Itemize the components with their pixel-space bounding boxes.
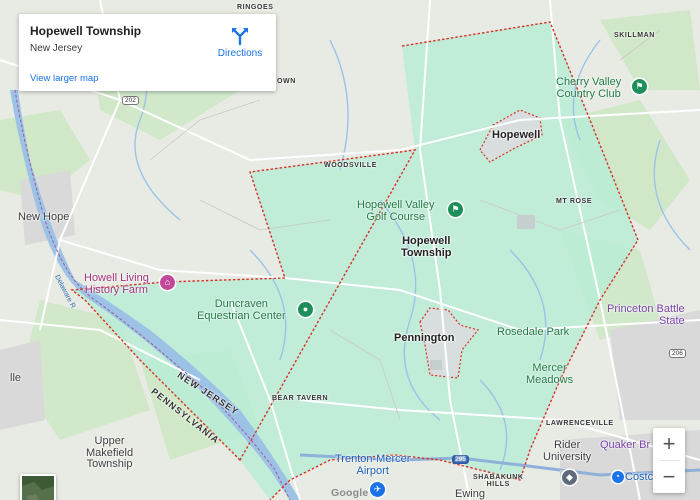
airport-icon[interactable]: ✈ — [370, 482, 385, 497]
route-202-shield: 202 — [122, 96, 139, 105]
route-295-shield: 295 — [452, 455, 469, 464]
golf-flag-icon[interactable]: ⚑ — [632, 79, 647, 94]
directions-arrow-icon — [232, 28, 248, 46]
label-howell-farm: Howell Living History Farm — [84, 272, 149, 296]
label-bear-tavern: BEAR TAVERN — [272, 395, 329, 402]
label-ille: lle — [10, 372, 22, 384]
label-princeton-battle: Princeton Battle State — [607, 303, 685, 327]
satellite-preview-icon — [22, 476, 54, 500]
zoom-out-button[interactable]: − — [653, 461, 685, 493]
label-shabakunk: SHABAKUNK HILLS — [473, 474, 524, 489]
shopping-bag-icon[interactable]: ▪ — [612, 471, 624, 483]
route-206-shield: 206 — [669, 349, 686, 358]
zoom-in-button[interactable]: + — [653, 428, 685, 460]
view-larger-map-link[interactable]: View larger map — [30, 73, 98, 84]
label-upper-makefield: Upper Makefield Township — [86, 435, 134, 471]
directions-button[interactable]: Directions — [211, 24, 269, 64]
label-hopewell: Hopewell — [492, 129, 541, 141]
label-duncraven: Duncraven Equestrian Center — [197, 298, 286, 322]
label-hopewell-valley-golf: Hopewell Valley Golf Course — [357, 199, 435, 223]
golf-flag-icon[interactable]: ⚑ — [448, 202, 463, 217]
label-woodsville: WOODSVILLE — [324, 162, 378, 169]
label-quaker-bridge: Quaker Br — [600, 439, 651, 451]
label-own: OWN — [277, 78, 296, 85]
label-pennington: Pennington — [394, 332, 455, 344]
zoom-controls: + − — [653, 428, 685, 493]
farm-museum-icon[interactable]: ⌂ — [160, 275, 175, 290]
map-view[interactable]: RINGOES OWN SKILLMAN Cherry Valley Count… — [0, 0, 700, 500]
label-skillman: SKILLMAN — [614, 32, 655, 39]
label-costco: Costc — [625, 471, 654, 483]
label-new-hope: New Hope — [18, 211, 70, 223]
label-cherry-valley: Cherry Valley Country Club — [556, 76, 622, 100]
label-lawrenceville: LAWRENCEVILLE — [546, 420, 614, 427]
directions-label: Directions — [217, 48, 263, 59]
label-hopewell-township: Hopewell Township — [401, 235, 452, 259]
label-mt-rose: MT ROSE — [556, 198, 593, 205]
label-mercer-meadows: Mercer Meadows — [526, 362, 574, 386]
satellite-toggle-thumbnail[interactable] — [20, 474, 56, 500]
label-rider-university: Rider University — [543, 439, 592, 463]
place-title: Hopewell Township — [30, 24, 142, 38]
google-attribution: Google — [331, 487, 369, 499]
info-card: Hopewell Township New Jersey View larger… — [19, 14, 276, 91]
university-icon[interactable]: ◆ — [562, 470, 577, 485]
label-ringoes: RINGOES — [237, 4, 274, 11]
park-pin-icon[interactable]: ● — [298, 302, 313, 317]
place-subtitle: New Jersey — [30, 43, 83, 54]
label-rosedale-park: Rosedale Park — [497, 326, 570, 338]
label-trenton-mercer: Trenton-Mercer Airport — [335, 453, 411, 477]
label-ewing: Ewing — [455, 488, 485, 500]
